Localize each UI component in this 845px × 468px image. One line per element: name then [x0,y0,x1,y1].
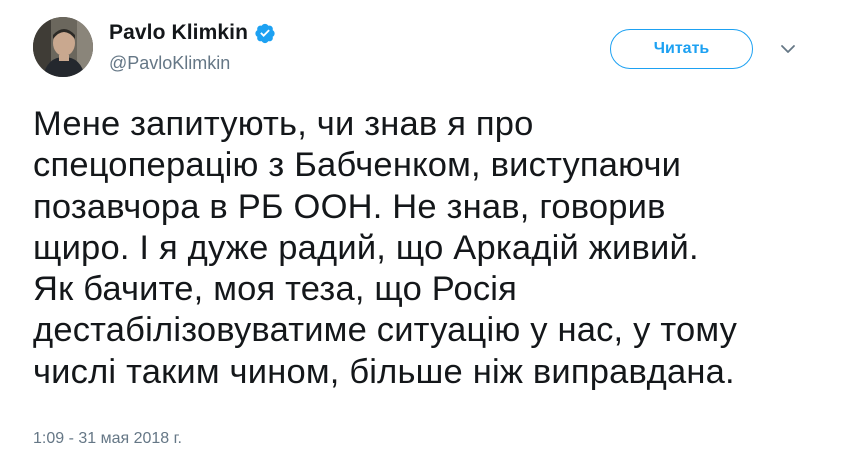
author-handle[interactable]: @PavloKlimkin [109,53,230,74]
avatar[interactable] [33,17,93,77]
tweet-text-line: позавчора в РБ ООН. Не знав, говорив [33,187,666,226]
tweet-text-line: дестабілізовуватиме ситуацію у нас, у то… [33,311,738,350]
verified-badge-icon [254,22,276,44]
tweet-text-line: числі таким чином, більше ніж виправдана… [33,352,735,391]
tweet-text: Мене запитують, чи знав я про спецоперац… [33,104,823,393]
tweet-card: Pavlo Klimkin @PavloKlimkin Читать Мене … [0,0,845,468]
avatar-photo [33,17,93,77]
follow-button[interactable]: Читать [610,29,753,69]
chevron-down-icon[interactable] [779,40,797,58]
author-name-row: Pavlo Klimkin [109,20,276,46]
tweet-text-line: спецоперацію з Бабченком, виступаючи [33,146,682,185]
tweet-timestamp[interactable]: 1:09 - 31 мая 2018 г. [33,430,182,448]
author-display-name[interactable]: Pavlo Klimkin [109,21,248,45]
tweet-text-line: щиро. І я дуже радий, що Аркадій живий. [33,228,699,267]
tweet-text-line: Мене запитують, чи знав я про [33,105,534,143]
tweet-text-line: Як бачите, моя теза, що Росія [33,270,518,309]
